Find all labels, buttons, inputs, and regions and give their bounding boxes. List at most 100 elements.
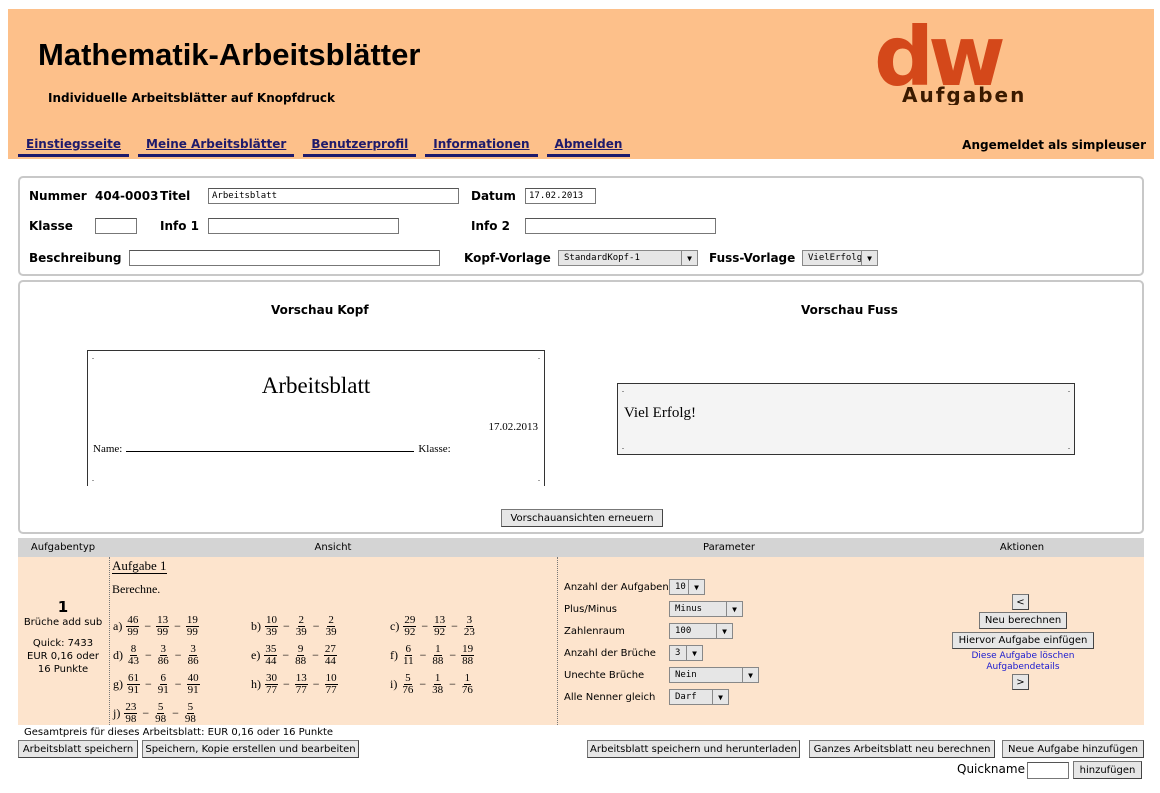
preview-panel: Vorschau Kopf Vorschau Fuss .. .. Arbeit… (18, 280, 1144, 534)
operator: − (449, 677, 456, 691)
beschreibung-label: Beschreibung (29, 251, 122, 265)
klasse-input[interactable] (95, 218, 137, 234)
site-title: Mathematik-Arbeitsblätter (38, 37, 421, 72)
titel-label: Titel (160, 189, 191, 203)
param-label: Anzahl der Aufgaben (564, 582, 669, 593)
operator: − (172, 706, 179, 720)
fraction: 3 23 (463, 615, 476, 638)
kopf-vorlage-label: Kopf-Vorlage (464, 251, 551, 265)
problem-item: e) 35 44−9 88−27 44 (251, 644, 338, 667)
move-down-button[interactable]: > (1012, 674, 1029, 690)
save-worksheet-button[interactable]: Arbeitsblatt speichern (18, 740, 138, 758)
denominator: 11 (403, 655, 414, 667)
problem-label: i) (390, 677, 398, 691)
param-select[interactable]: Darf ▼ (669, 689, 729, 705)
save-copy-edit-button[interactable]: Speichern, Kopie erstellen und bearbeite… (142, 740, 359, 758)
datum-input[interactable] (525, 188, 596, 204)
nav-einstiegsseite[interactable]: Einstiegsseite (18, 135, 129, 157)
add-task-button[interactable]: Neue Aufgabe hinzufügen (1002, 740, 1144, 758)
save-download-button[interactable]: Arbeitsblatt speichern und herunterladen (587, 740, 800, 758)
denominator: 92 (404, 626, 416, 638)
info2-input[interactable] (525, 218, 716, 234)
quickname-add-button[interactable]: hinzufügen (1073, 761, 1142, 779)
delete-task-link[interactable]: Diese Aufgabe löschen (951, 651, 1095, 661)
problem-item: d) 8 43−3 86−3 86 (113, 644, 201, 667)
task-view-title: Aufgabe 1 (112, 558, 167, 574)
fraction: 6 11 (402, 644, 415, 667)
beschreibung-input[interactable] (129, 250, 440, 266)
login-status: Angemeldet als simpleuser (962, 138, 1146, 152)
refresh-previews-button[interactable]: Vorschauansichten erneuern (501, 509, 663, 527)
denominator: 23 (463, 626, 475, 638)
move-up-button[interactable]: < (1012, 594, 1029, 610)
nav-informationen[interactable]: Informationen (425, 135, 538, 157)
nummer-label: Nummer (29, 189, 87, 203)
fraction: 9 88 (294, 644, 307, 667)
param-select[interactable]: 100 ▼ (669, 623, 733, 639)
problem-label: j) (113, 706, 121, 720)
operator: − (174, 648, 182, 662)
dw-logo[interactable]: dw Aufgaben (872, 23, 1122, 105)
operator: − (419, 648, 427, 662)
fraction: 40 91 (186, 673, 200, 696)
task-price: EUR 0,16 oder (27, 651, 99, 662)
datum-label: Datum (471, 189, 516, 203)
nav-abmelden[interactable]: Abmelden (546, 135, 631, 157)
fraction: 29 92 (403, 615, 417, 638)
task-details-link[interactable]: Aufgabendetails (951, 662, 1095, 672)
param-value: Nein (675, 670, 697, 680)
denominator: 76 (402, 684, 414, 696)
denominator: 43 (128, 655, 139, 667)
problem-item: i) 5 76−1 38−1 76 (390, 673, 475, 696)
param-select[interactable]: 3 ▼ (669, 645, 703, 661)
problem-item: c) 29 92−13 92−3 23 (390, 615, 477, 638)
denominator: 99 (157, 626, 169, 638)
fraction: 5 76 (401, 673, 414, 696)
fraction: 3 86 (157, 644, 170, 667)
param-value: 10 (675, 582, 686, 592)
param-value: 100 (675, 626, 692, 636)
denominator: 99 (186, 626, 198, 638)
fraction: 23 98 (124, 702, 138, 725)
recalc-task-button[interactable]: Neu berechnen (979, 612, 1067, 629)
problem-label: f) (390, 648, 398, 662)
info2-label: Info 2 (471, 219, 510, 233)
problem-item: f) 6 11−1 88−19 88 (390, 644, 475, 667)
quickname-input[interactable] (1027, 762, 1069, 779)
fraction: 19 88 (461, 644, 475, 667)
problem-item: g) 61 91−6 91−40 91 (113, 673, 201, 696)
param-select[interactable]: Nein ▼ (669, 667, 759, 683)
nav-benutzerprofil[interactable]: Benutzerprofil (303, 135, 417, 157)
task-points: 16 Punkte (37, 664, 89, 675)
nav-meine-arbeitsblaetter[interactable]: Meine Arbeitsblätter (138, 135, 295, 157)
fraction: 8 43 (127, 644, 140, 667)
problem-item: b) 10 39−2 39−2 39 (251, 615, 339, 638)
recalc-worksheet-button[interactable]: Ganzes Arbeitsblatt neu berechnen (809, 740, 995, 758)
fraction: 1 76 (461, 673, 474, 696)
insert-task-before-button[interactable]: Hiervor Aufgabe einfügen (952, 632, 1094, 649)
fuss-vorlage-label: Fuss-Vorlage (709, 251, 796, 265)
param-select[interactable]: Minus ▼ (669, 601, 743, 617)
footer-preview: .. .. Viel Erfolg! (617, 383, 1075, 455)
denominator: 99 (127, 626, 139, 638)
task-quick: Quick: 7433 (32, 638, 94, 649)
param-select[interactable]: 10 ▼ (669, 579, 705, 595)
vorschau-fuss-heading: Vorschau Fuss (801, 303, 898, 317)
denominator: 39 (295, 626, 307, 638)
dropdown-arrow-icon: ▼ (686, 646, 702, 660)
kopf-vorlage-select[interactable]: StandardKopf-1 ▼ (558, 250, 698, 266)
problem-item: j) 23 98−5 98−5 98 (113, 702, 198, 725)
dropdown-arrow-icon: ▼ (861, 251, 877, 265)
param-value: 3 (675, 648, 681, 658)
fraction: 2 39 (295, 615, 308, 638)
fraction: 1 38 (431, 673, 444, 696)
info1-input[interactable] (208, 218, 399, 234)
denominator: 76 (461, 684, 473, 696)
fuss-vorlage-select[interactable]: VielErfolg ▼ (802, 250, 878, 266)
fraction: 6 91 (157, 673, 170, 696)
param-label: Unechte Brüche (564, 670, 645, 681)
operator: − (312, 619, 320, 633)
denominator: 44 (324, 655, 336, 667)
col-aufgabentyp: Aufgabentyp (30, 542, 96, 553)
titel-input[interactable] (208, 188, 459, 204)
